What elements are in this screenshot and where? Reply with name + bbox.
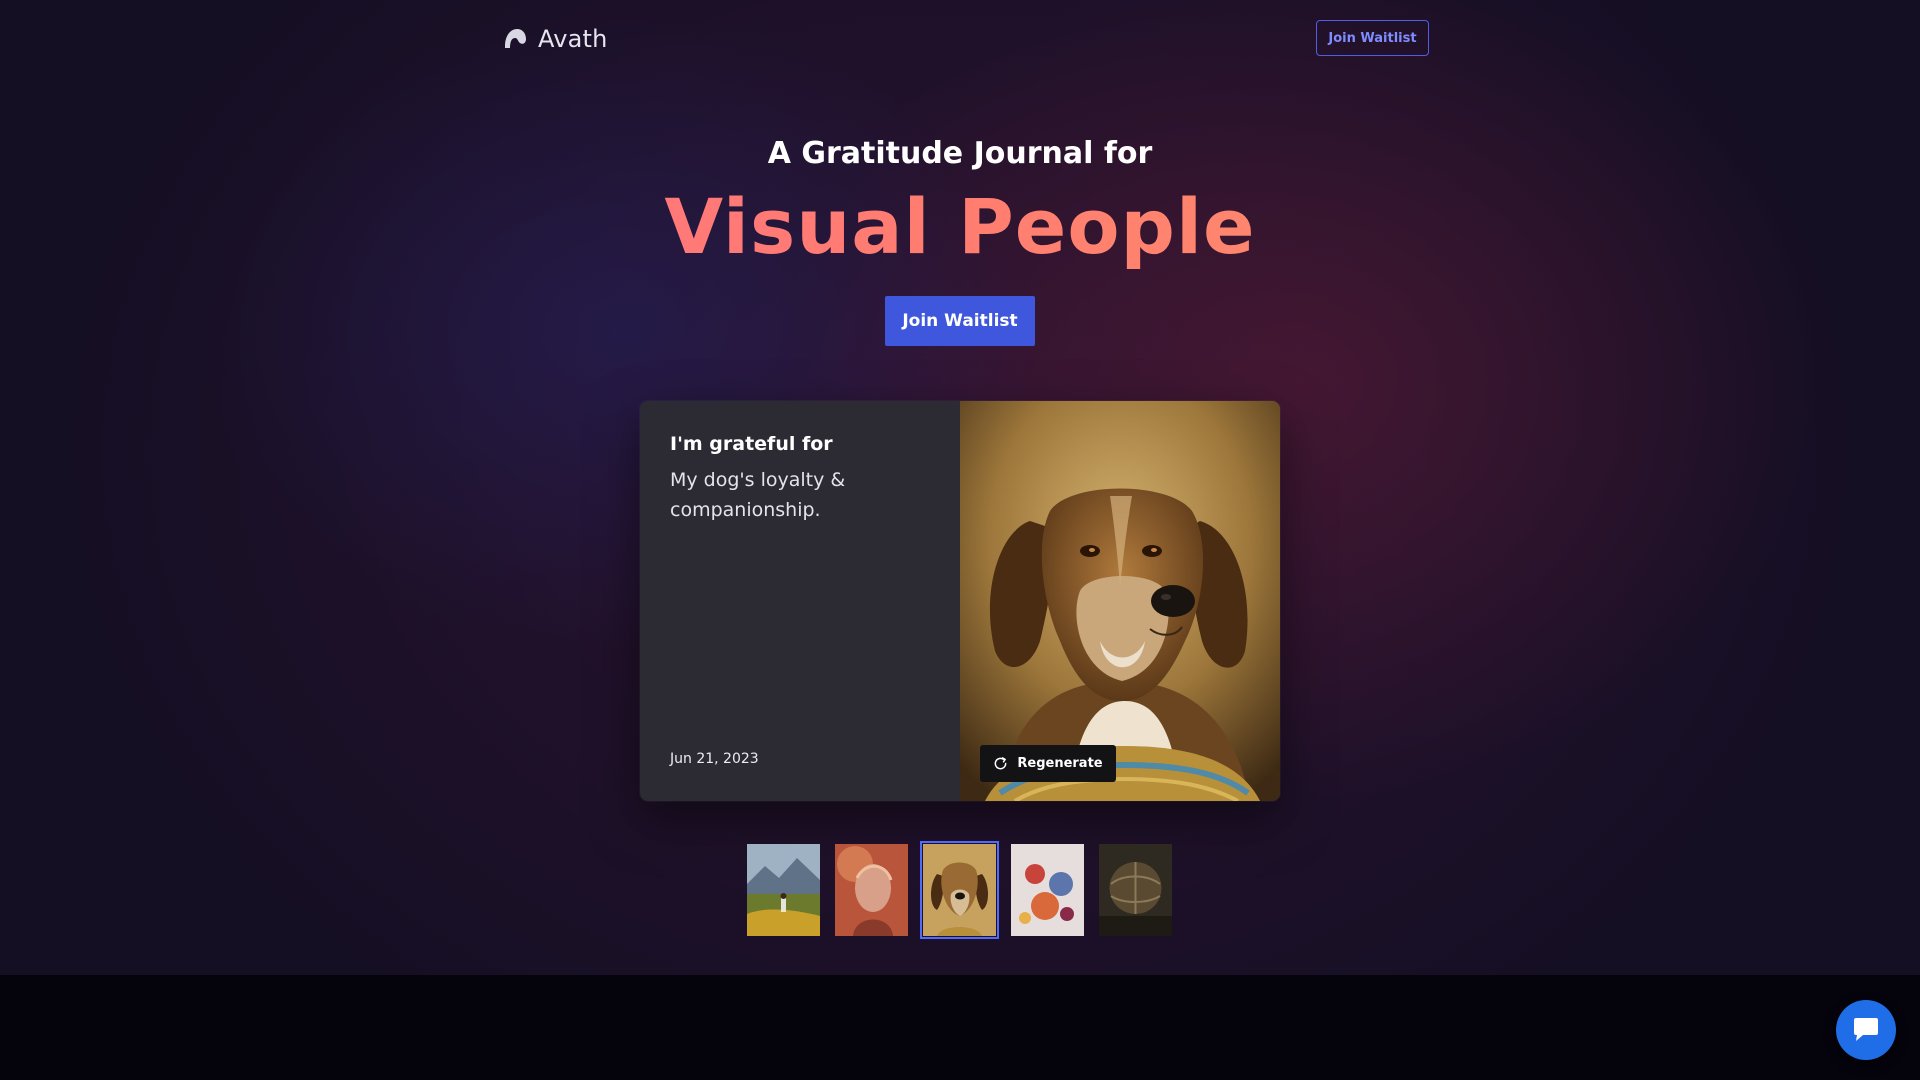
refresh-icon [994,757,1007,770]
journal-entry-card: I'm grateful for My dog's loyalty & comp… [640,401,1280,801]
avath-logo-icon [505,29,526,48]
hero-headline: Visual People [0,182,1920,271]
entry-image-panel: Regenerate [960,401,1280,801]
entry-date: Jun 21, 2023 [670,751,759,767]
brand-name: Avath [538,25,608,53]
landscape-thumbnail[interactable] [747,844,820,936]
brand-logo[interactable]: Avath [502,24,608,54]
dog-thumbnail[interactable] [920,841,999,939]
dog-portrait-image [960,401,1280,801]
dog-thumbnail-image [923,844,996,936]
entry-heading: I'm grateful for [670,433,833,455]
abstract-thumbnail-image [1011,844,1084,936]
globe-thumbnail-image [1099,844,1172,936]
hero-join-waitlist-button[interactable]: Join Waitlist [885,296,1035,346]
chat-widget-button[interactable] [1836,1000,1896,1060]
entry-text-panel: I'm grateful for My dog's loyalty & comp… [640,401,960,801]
landscape-thumbnail-image [747,844,820,936]
portrait-thumbnail[interactable] [835,844,908,936]
thumbnail-strip [747,841,1173,939]
regenerate-label: Regenerate [1017,756,1103,771]
portrait-thumbnail-image [835,844,908,936]
footer-band [0,975,1920,1080]
hero-subheadline: A Gratitude Journal for [767,136,1153,171]
entry-text: My dog's loyalty & companionship. [670,469,846,521]
abstract-thumbnail[interactable] [1011,844,1084,936]
globe-thumbnail[interactable] [1099,844,1172,936]
nav-join-waitlist-button[interactable]: Join Waitlist [1316,20,1429,56]
regenerate-button[interactable]: Regenerate [980,745,1116,782]
chat-bubble-icon [1854,1018,1878,1041]
